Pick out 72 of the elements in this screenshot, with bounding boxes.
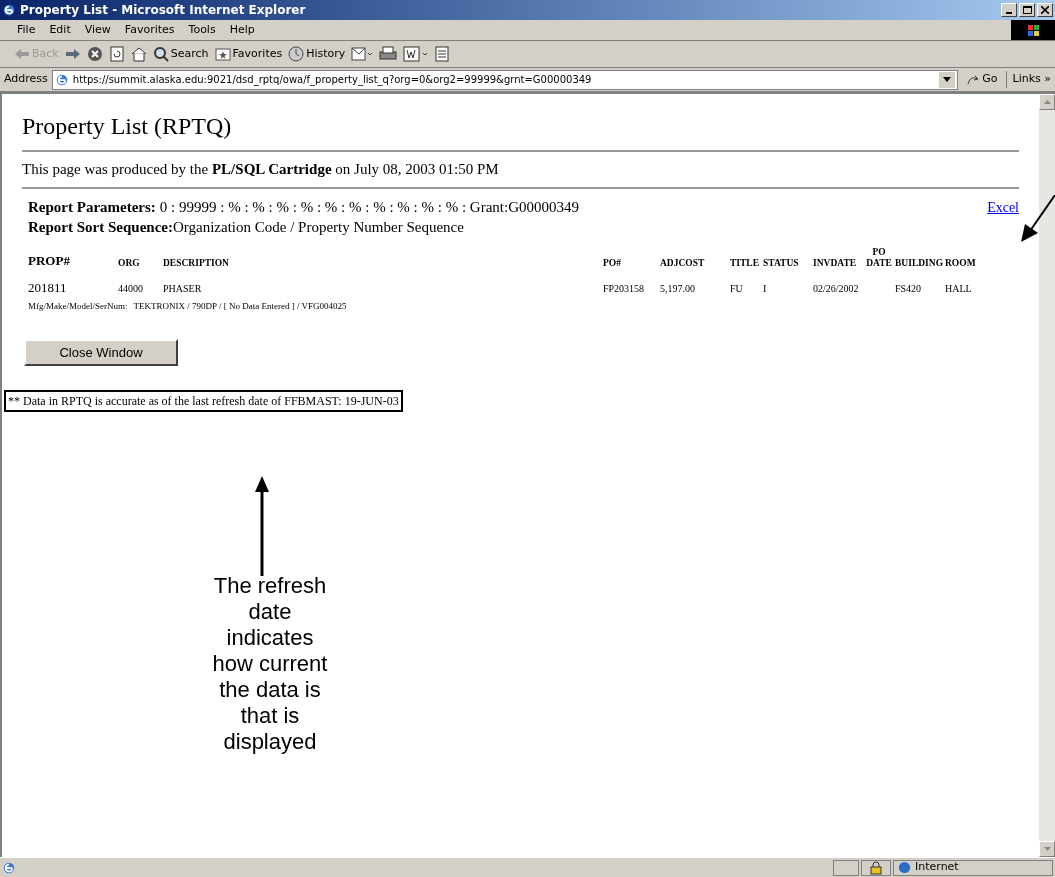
table-cell: 02/26/2002: [813, 282, 859, 294]
menu-item[interactable]: Tools: [181, 21, 223, 39]
stop-icon[interactable]: [86, 46, 103, 62]
table-cell: I: [763, 282, 767, 294]
globe-icon: [898, 861, 911, 874]
menu-item[interactable]: File: [10, 21, 43, 39]
zone-label: Internet: [915, 859, 959, 876]
clock-icon: [288, 46, 305, 62]
parameters-label: Report Parameters:: [28, 197, 156, 217]
refresh-note: ** Data in RPTQ is accurate as of the last refresh date of FFBMAST: 19-JUN-03: [4, 390, 403, 412]
menu-item[interactable]: Favorites: [117, 21, 182, 39]
toolbar-button[interactable]: Search: [152, 45, 209, 63]
menu-item[interactable]: Edit: [42, 21, 78, 39]
windows-logo-icon: [1011, 20, 1055, 40]
lock-icon: [870, 860, 882, 875]
page-icon: [54, 72, 69, 87]
close-icon[interactable]: [1037, 3, 1053, 17]
address-field[interactable]: https://summit.alaska.edu:9021/dsd_rptq/owa/f_property_list_q?org=0&org2=99999&grnt=G00000349: [51, 69, 959, 90]
column-header: PO#: [603, 257, 621, 269]
detail-value: TEKTRONIX / 790DP / [ No Data Entered ] / VFG004025: [133, 299, 347, 313]
menu-item[interactable]: View: [77, 21, 118, 39]
column-header: ORG: [118, 257, 140, 269]
column-header: ADJCOST: [660, 257, 705, 269]
table-cell: FU: [730, 282, 743, 294]
mail-icon[interactable]: [351, 46, 374, 62]
column-header: INVDATE: [813, 257, 857, 269]
document-edit-icon[interactable]: [403, 46, 430, 62]
go-arrow-icon: [966, 73, 981, 86]
window-title: Property List - Microsoft Internet Explorer: [20, 2, 306, 19]
back-arrow-icon: [14, 47, 30, 61]
detail-label: Mfg/Make/Model/SerNum:: [28, 299, 128, 313]
column-header: ROOM: [945, 257, 976, 269]
parameters-value: 0 : 99999 : % : % : % : % : % : % : % : % : % : % : Grant:G00000349: [159, 197, 579, 217]
column-header: STATUS: [763, 257, 799, 269]
table-cell: 5,197.00: [660, 282, 695, 294]
maximize-icon[interactable]: [1019, 3, 1035, 17]
toolbar-button[interactable]: Favorites: [214, 45, 283, 63]
printer-icon[interactable]: [379, 46, 398, 62]
produced-note: This page was produced by the PL/SQL Cartridge on July 08, 2003 01:50 PM: [22, 160, 500, 179]
table-cell: FS420: [895, 282, 922, 294]
status-page-icon: [2, 860, 16, 875]
page-heading: Property List (RPTQ): [22, 112, 233, 141]
table-cell: PHASER: [163, 282, 202, 294]
callout-text: The refresh date indicates how current the data is that is displayed: [211, 573, 329, 755]
address-label: Address: [4, 71, 48, 88]
column-header: TITLE: [730, 257, 760, 269]
column-header: PO DATE: [865, 246, 893, 269]
column-header: BUILDING: [895, 257, 944, 269]
search-icon: [152, 46, 169, 62]
table-cell: 44000: [118, 282, 143, 294]
callout-arrow: [1020, 195, 1055, 243]
notepad-icon[interactable]: [435, 46, 450, 62]
sort-value: Organization Code / Property Number Sequence: [173, 217, 464, 237]
star-folder-icon: [214, 47, 231, 61]
toolbar-button[interactable]: History: [288, 45, 346, 63]
excel-link[interactable]: Excel: [987, 196, 1019, 218]
table-cell: FP203158: [603, 282, 645, 294]
refresh-icon[interactable]: [108, 46, 125, 62]
column-header: DESCRIPTION: [163, 257, 229, 269]
browser-icon: [2, 3, 16, 17]
go-button[interactable]: Go: [962, 71, 1002, 88]
home-icon[interactable]: [130, 46, 147, 62]
links-button[interactable]: Links »: [1005, 71, 1051, 88]
status-panel: [833, 859, 859, 876]
forward-arrow-icon: [64, 47, 81, 61]
menu-item[interactable]: Help: [222, 21, 262, 39]
sort-label: Report Sort Sequence:: [28, 217, 173, 237]
table-cell: HALL: [945, 282, 972, 294]
table-cell: 201811: [28, 280, 67, 295]
minimize-icon[interactable]: [1001, 3, 1017, 17]
column-header: PROP#: [28, 251, 70, 270]
close-window-button[interactable]: Close Window: [24, 339, 178, 366]
